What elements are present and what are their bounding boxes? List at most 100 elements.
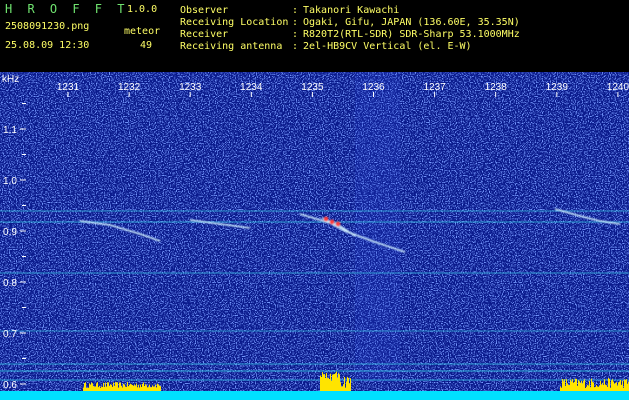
signal-bar (623, 387, 624, 391)
signal-bar (600, 380, 601, 391)
signal-bar (329, 379, 330, 391)
antenna-label: Receiving antenna (180, 41, 283, 52)
signal-bar (350, 378, 351, 391)
signal-bar (577, 385, 578, 391)
signal-bar (562, 379, 563, 391)
receiver-sep: : (292, 29, 299, 40)
signal-bar (579, 381, 580, 391)
signal-bar (618, 382, 619, 391)
signal-bar (344, 376, 345, 391)
signal-bar (611, 380, 612, 391)
signal-bar (154, 386, 155, 391)
signal-bar (574, 381, 575, 391)
signal-bar (117, 382, 118, 391)
signal-bar (604, 379, 605, 391)
x-tick-label: 1238 (485, 82, 508, 93)
signal-bar (619, 381, 620, 391)
signal-bar (333, 374, 334, 391)
signal-bar (607, 386, 608, 391)
signal-bar (122, 387, 123, 391)
signal-bar (613, 381, 614, 391)
x-tick-label: 1236 (362, 82, 385, 93)
x-tick-label: 1239 (546, 82, 569, 93)
y-unit-label: kHz (2, 74, 19, 85)
signal-bar (342, 386, 343, 391)
signal-bar (592, 381, 593, 391)
signal-bar (575, 378, 576, 391)
signal-bar (145, 384, 146, 391)
signal-bar (326, 373, 327, 391)
signal-bar (576, 378, 577, 391)
signal-bar (347, 376, 348, 391)
signal-bar (341, 386, 342, 391)
signal-bar (601, 384, 602, 391)
signal-bar (582, 383, 583, 391)
file-name: 2508091230.png (5, 21, 90, 32)
signal-bar (134, 384, 135, 391)
x-tick-label: 1240 (607, 82, 629, 93)
signal-bar (95, 386, 96, 391)
signal-bar (102, 386, 103, 391)
signal-bar (593, 382, 594, 391)
signal-bar (620, 379, 621, 391)
x-tick-label: 1237 (423, 82, 446, 93)
signal-bar (83, 387, 84, 391)
signal-bar (142, 384, 143, 391)
event-count: 49 (140, 40, 153, 51)
signal-bar (112, 386, 113, 391)
signal-bar (580, 382, 581, 391)
signal-bar (327, 378, 328, 391)
signal-bar (602, 382, 603, 391)
signal-bar (337, 377, 338, 391)
signal-bar (93, 386, 94, 391)
signal-bar (159, 385, 160, 391)
x-tick-label: 1232 (118, 82, 141, 93)
signal-bar (626, 379, 627, 391)
signal-bar (87, 387, 88, 391)
signal-bar (346, 381, 347, 391)
signal-bar (591, 378, 592, 391)
signal-bar (321, 376, 322, 391)
signal-bar (624, 379, 625, 391)
signal-bar (108, 382, 109, 391)
signal-bar (91, 382, 92, 391)
signal-bar (586, 386, 587, 391)
location-sep: : (292, 17, 299, 28)
signal-bar (119, 382, 120, 391)
signal-bar (115, 382, 116, 391)
signal-bar (157, 383, 158, 391)
signal-bar (158, 384, 159, 391)
signal-bar (568, 384, 569, 391)
signal-bar (578, 380, 579, 391)
signal-bar (84, 382, 85, 391)
signal-bar (140, 384, 141, 391)
signal-bar (335, 373, 336, 391)
signal-bar (90, 384, 91, 391)
signal-bar (143, 382, 144, 391)
signal-bar (621, 384, 622, 391)
signal-bar (588, 385, 589, 391)
receiver-value: R820T2(RTL-SDR) SDR-Sharp 53.1000MHz (303, 29, 520, 40)
signal-bar (331, 380, 332, 391)
signal-bar (583, 380, 584, 391)
observer-label: Observer (180, 5, 229, 16)
signal-bar (569, 385, 570, 391)
signal-bar (595, 386, 596, 391)
strong-echo-spot (329, 219, 335, 225)
signal-bar (567, 383, 568, 391)
signal-bar (125, 386, 126, 391)
signal-bar (86, 387, 87, 391)
signal-bar (132, 385, 133, 391)
signal-bar (144, 385, 145, 391)
location-value: Ogaki, Gifu, JAPAN (136.60E, 35.35N) (303, 17, 520, 28)
signal-bar (598, 386, 599, 391)
signal-bar (614, 383, 615, 391)
signal-bar (627, 383, 628, 391)
signal-bar (571, 381, 572, 391)
signal-bar (96, 383, 97, 391)
signal-bar (127, 382, 128, 391)
antenna-sep: : (292, 41, 299, 52)
signal-bar (563, 381, 564, 391)
signal-bar (128, 386, 129, 391)
signal-bar (587, 384, 588, 391)
